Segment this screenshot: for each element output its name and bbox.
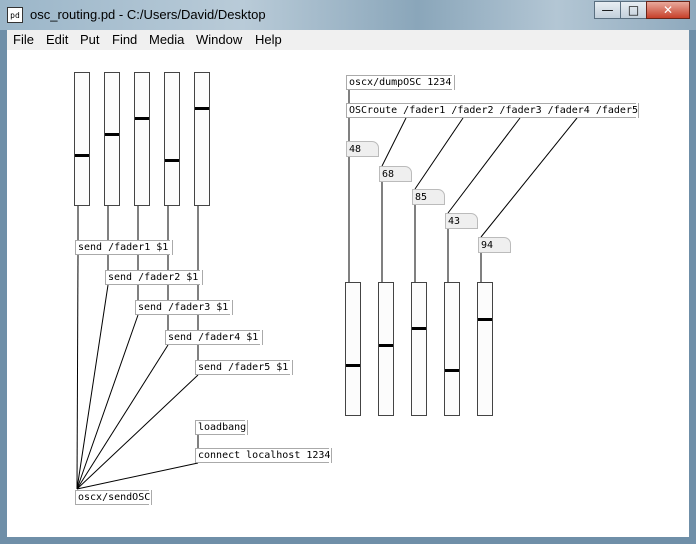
number-box-fader1[interactable]: 48: [346, 141, 379, 157]
close-button[interactable]: ✕: [646, 1, 690, 19]
send-fader4-object[interactable]: send /fader4 $1: [165, 330, 263, 345]
minimize-button[interactable]: —: [594, 1, 621, 19]
left-fader-2-knob[interactable]: [105, 133, 119, 136]
right-fader-3[interactable]: [411, 282, 427, 416]
send-fader3-object[interactable]: send /fader3 $1: [135, 300, 233, 315]
send-fader1-object[interactable]: send /fader1 $1: [75, 240, 173, 255]
left-fader-2[interactable]: [104, 72, 120, 206]
right-fader-4[interactable]: [444, 282, 460, 416]
left-fader-3-knob[interactable]: [135, 117, 149, 120]
menu-edit[interactable]: Edit: [46, 32, 68, 47]
send-fader5-object[interactable]: send /fader5 $1: [195, 360, 293, 375]
menu-media[interactable]: Media: [149, 32, 184, 47]
window-controls: — □ ✕: [594, 1, 690, 19]
title-bar: pd osc_routing.pd - C:/Users/David/Deskt…: [0, 0, 696, 30]
menu-help[interactable]: Help: [255, 32, 282, 47]
left-fader-5[interactable]: [194, 72, 210, 206]
right-fader-4-knob[interactable]: [445, 369, 459, 372]
oscroute-object[interactable]: OSCroute /fader1 /fader2 /fader3 /fader4…: [346, 103, 639, 118]
menu-put[interactable]: Put: [80, 32, 100, 47]
right-fader-2-knob[interactable]: [379, 344, 393, 347]
loadbang-object[interactable]: loadbang: [195, 420, 248, 435]
left-fader-1-knob[interactable]: [75, 154, 89, 157]
right-fader-5-knob[interactable]: [478, 318, 492, 321]
left-fader-4[interactable]: [164, 72, 180, 206]
left-fader-4-knob[interactable]: [165, 159, 179, 162]
connect-message[interactable]: connect localhost 1234: [195, 448, 332, 463]
menu-bar: File Edit Put Find Media Window Help: [7, 30, 689, 51]
menu-window[interactable]: Window: [196, 32, 242, 47]
dumposc-object[interactable]: oscx/dumpOSC 1234: [346, 75, 455, 90]
right-fader-1[interactable]: [345, 282, 361, 416]
maximize-button[interactable]: □: [620, 1, 647, 19]
number-box-fader3[interactable]: 85: [412, 189, 445, 205]
menu-file[interactable]: File: [13, 32, 34, 47]
number-box-fader4[interactable]: 43: [445, 213, 478, 229]
window-title: osc_routing.pd - C:/Users/David/Desktop: [30, 7, 266, 22]
left-fader-3[interactable]: [134, 72, 150, 206]
send-fader2-object[interactable]: send /fader2 $1: [105, 270, 203, 285]
right-fader-1-knob[interactable]: [346, 364, 360, 367]
left-fader-1[interactable]: [74, 72, 90, 206]
number-box-fader2[interactable]: 68: [379, 166, 412, 182]
right-fader-5[interactable]: [477, 282, 493, 416]
number-box-fader5[interactable]: 94: [478, 237, 511, 253]
right-fader-2[interactable]: [378, 282, 394, 416]
sendosc-object[interactable]: oscx/sendOSC: [75, 490, 152, 505]
patch-canvas[interactable]: send /fader1 $1 send /fader2 $1 send /fa…: [7, 50, 689, 537]
pd-app-icon: pd: [7, 7, 23, 23]
left-fader-5-knob[interactable]: [195, 107, 209, 110]
menu-find[interactable]: Find: [112, 32, 137, 47]
right-fader-3-knob[interactable]: [412, 327, 426, 330]
